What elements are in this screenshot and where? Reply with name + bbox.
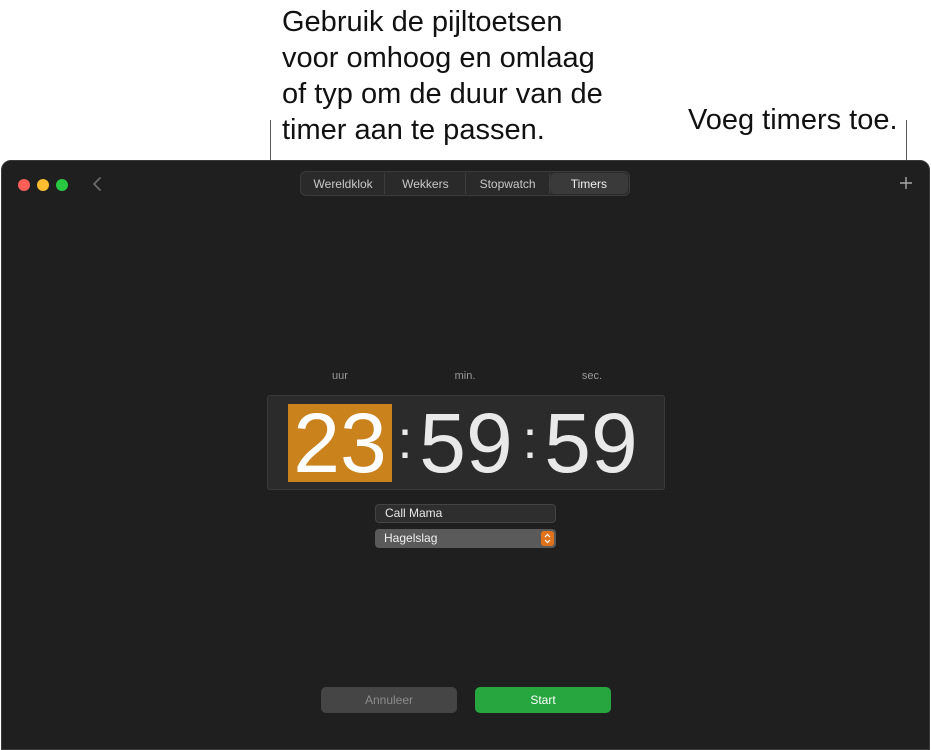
sound-popup-button[interactable]: Hagelslag [375, 529, 556, 548]
clock-window: Wereldklok Wekkers Stopwatch Timers uur … [1, 160, 930, 750]
hours-field[interactable]: 23 [288, 401, 392, 485]
timer-name-field[interactable]: Call Mama [375, 504, 556, 523]
tab-stopwatch[interactable]: Stopwatch [466, 173, 550, 194]
callout-add-timers: Voeg timers toe. [688, 104, 898, 136]
sound-label: Hagelslag [384, 531, 438, 545]
minutes-field[interactable]: 59 [414, 401, 518, 485]
minimize-button[interactable] [37, 179, 49, 191]
chevron-left-icon[interactable] [90, 174, 104, 194]
timer-duration-display: 23 : 59 : 59 [267, 395, 665, 490]
start-button[interactable]: Start [475, 687, 611, 713]
seconds-field[interactable]: 59 [539, 401, 643, 485]
callout-arrow-keys: Gebruik de pijltoetsen voor omhoog en om… [282, 6, 603, 146]
zoom-button[interactable] [56, 179, 68, 191]
seconds-label: sec. [581, 370, 603, 382]
cancel-button[interactable]: Annuleer [321, 687, 457, 713]
tab-wereldklok[interactable]: Wereldklok [302, 173, 386, 194]
tab-bar: Wereldklok Wekkers Stopwatch Timers [300, 171, 630, 196]
up-down-chevron-icon [541, 531, 554, 546]
plus-icon[interactable] [899, 176, 913, 190]
tab-timers[interactable]: Timers [549, 173, 628, 194]
minutes-label: min. [454, 370, 476, 382]
time-separator: : [397, 410, 413, 470]
close-button[interactable] [18, 179, 30, 191]
time-separator: : [522, 410, 538, 470]
hours-label: uur [332, 370, 348, 382]
tab-wekkers[interactable]: Wekkers [385, 173, 467, 194]
